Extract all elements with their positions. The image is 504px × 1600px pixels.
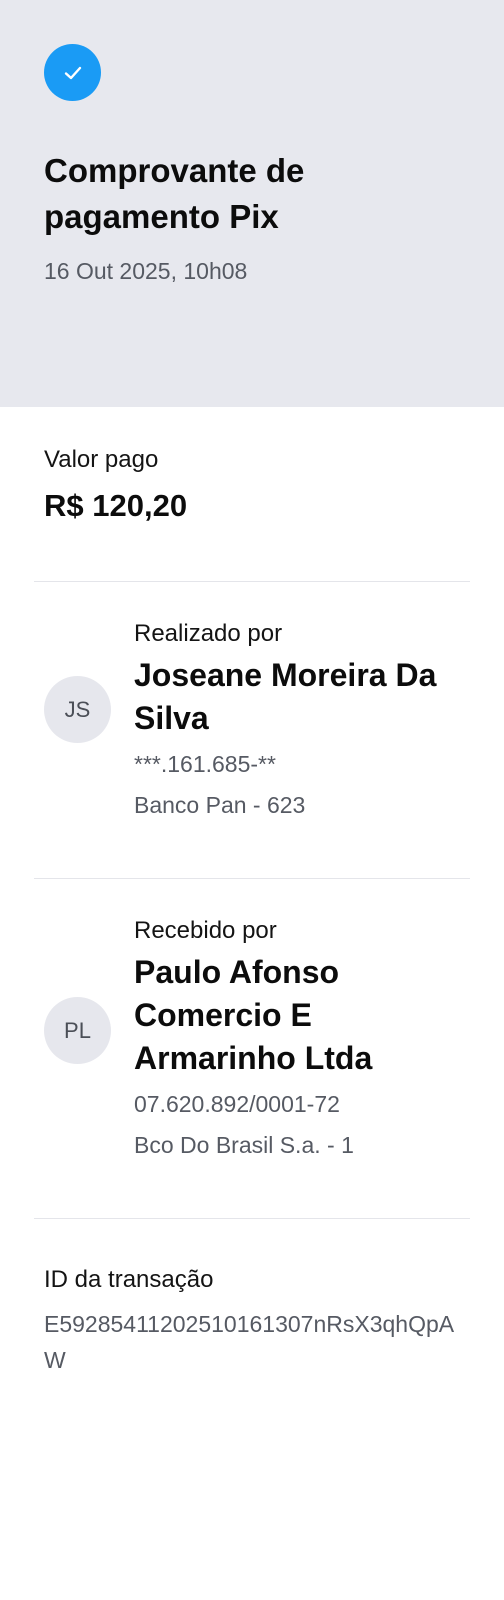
receiver-label: Recebido por [134, 917, 277, 944]
payer-bank: Banco Pan - 623 [134, 792, 306, 818]
receipt-header: Comprovante de pagamento Pix 16 Out 2025… [0, 0, 504, 407]
receiver-document: 07.620.892/0001-72 [134, 1091, 340, 1117]
payer-details: Realizado por Joseane Moreira Da Silva *… [134, 620, 474, 826]
divider [34, 1218, 470, 1219]
payer-name: Joseane Moreira Da Silva [134, 657, 437, 736]
transaction-label: ID da transação [44, 1266, 214, 1293]
divider [34, 878, 470, 879]
receiver-bank: Bco Do Brasil S.a. - 1 [134, 1132, 354, 1158]
avatar: PL [44, 997, 111, 1064]
transaction-id: E59285411202510161307nRsX3qhQpAW [44, 1311, 455, 1373]
divider [34, 581, 470, 582]
receiver-details: Recebido por Paulo Afonso Comercio E Arm… [134, 917, 474, 1166]
check-icon [44, 44, 101, 101]
avatar: JS [44, 676, 111, 743]
receipt-date: 16 Out 2025, 10h08 [44, 258, 248, 284]
payer-label: Realizado por [134, 620, 283, 647]
payer-document: ***.161.685-** [134, 751, 276, 777]
receiver-name: Paulo Afonso Comercio E Armarinho Ltda [134, 954, 373, 1076]
payer-section: JS Realizado por Joseane Moreira Da Silv… [0, 620, 504, 850]
receiver-section: PL Recebido por Paulo Afonso Comercio E … [0, 917, 504, 1177]
page-title: Comprovante de pagamento Pix [44, 152, 305, 235]
amount-value: R$ 120,20 [44, 488, 188, 523]
amount-label: Valor pago [44, 446, 159, 473]
